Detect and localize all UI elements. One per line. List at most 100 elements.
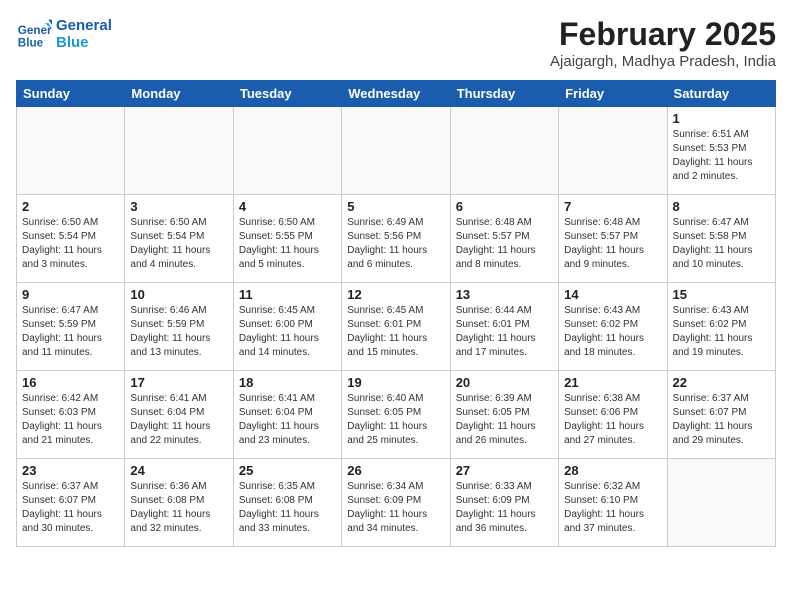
day-number: 18 xyxy=(239,375,336,390)
day-number: 3 xyxy=(130,199,227,214)
day-number: 12 xyxy=(347,287,444,302)
day-info: Sunrise: 6:50 AM Sunset: 5:54 PM Dayligh… xyxy=(22,216,119,272)
day-info: Sunrise: 6:43 AM Sunset: 6:02 PM Dayligh… xyxy=(673,304,770,360)
day-info: Sunrise: 6:48 AM Sunset: 5:57 PM Dayligh… xyxy=(456,216,553,272)
day-number: 28 xyxy=(564,463,661,478)
day-info: Sunrise: 6:39 AM Sunset: 6:05 PM Dayligh… xyxy=(456,392,553,448)
day-number: 19 xyxy=(347,375,444,390)
day-info: Sunrise: 6:33 AM Sunset: 6:09 PM Dayligh… xyxy=(456,480,553,536)
day-info: Sunrise: 6:43 AM Sunset: 6:02 PM Dayligh… xyxy=(564,304,661,360)
calendar-cell xyxy=(17,107,125,195)
day-info: Sunrise: 6:35 AM Sunset: 6:08 PM Dayligh… xyxy=(239,480,336,536)
calendar-cell: 8 Sunrise: 6:47 AM Sunset: 5:58 PM Daylig… xyxy=(667,195,775,283)
calendar-cell: 13 Sunrise: 6:44 AM Sunset: 6:01 PM Dayli… xyxy=(450,283,558,371)
calendar-cell: 5Sunrise: 6:49 AM Sunset: 5:56 PM Daylig… xyxy=(342,195,450,283)
day-number: 14 xyxy=(564,287,661,302)
day-info: Sunrise: 6:41 AM Sunset: 6:04 PM Dayligh… xyxy=(130,392,227,448)
day-number: 10 xyxy=(130,287,227,302)
weekday-header-sunday: Sunday xyxy=(17,81,125,107)
day-info: Sunrise: 6:38 AM Sunset: 6:06 PM Dayligh… xyxy=(564,392,661,448)
location-subtitle: Ajaigargh, Madhya Pradesh, India xyxy=(550,53,776,70)
calendar-cell: 15 Sunrise: 6:43 AM Sunset: 6:02 PM Dayli… xyxy=(667,283,775,371)
calendar-cell: 21 Sunrise: 6:38 AM Sunset: 6:06 PM Dayli… xyxy=(559,371,667,459)
calendar-cell: 28 Sunrise: 6:32 AM Sunset: 6:10 PM Dayli… xyxy=(559,459,667,547)
day-info: Sunrise: 6:45 AM Sunset: 6:00 PM Dayligh… xyxy=(239,304,336,360)
calendar-cell: 26 Sunrise: 6:34 AM Sunset: 6:09 PM Dayli… xyxy=(342,459,450,547)
calendar-cell: 19 Sunrise: 6:40 AM Sunset: 6:05 PM Dayli… xyxy=(342,371,450,459)
day-number: 1 xyxy=(673,111,770,126)
calendar-cell: 22Sunrise: 6:37 AM Sunset: 6:07 PM Dayli… xyxy=(667,371,775,459)
logo-general: General xyxy=(56,17,112,34)
day-number: 17 xyxy=(130,375,227,390)
title-block: February 2025 Ajaigargh, Madhya Pradesh,… xyxy=(550,16,776,70)
day-number: 2 xyxy=(22,199,119,214)
calendar-cell xyxy=(125,107,233,195)
day-info: Sunrise: 6:45 AM Sunset: 6:01 PM Dayligh… xyxy=(347,304,444,360)
calendar-cell xyxy=(450,107,558,195)
calendar-cell: 11 Sunrise: 6:45 AM Sunset: 6:00 PM Dayli… xyxy=(233,283,341,371)
logo-icon: General Blue xyxy=(16,16,52,52)
svg-text:Blue: Blue xyxy=(18,37,44,50)
calendar-cell: 4Sunrise: 6:50 AM Sunset: 5:55 PM Daylig… xyxy=(233,195,341,283)
calendar-cell: 10Sunrise: 6:46 AM Sunset: 5:59 PM Dayli… xyxy=(125,283,233,371)
weekday-header-tuesday: Tuesday xyxy=(233,81,341,107)
weekday-header-thursday: Thursday xyxy=(450,81,558,107)
weekday-header-row: SundayMondayTuesdayWednesdayThursdayFrid… xyxy=(17,81,776,107)
day-info: Sunrise: 6:40 AM Sunset: 6:05 PM Dayligh… xyxy=(347,392,444,448)
day-number: 15 xyxy=(673,287,770,302)
day-info: Sunrise: 6:47 AM Sunset: 5:59 PM Dayligh… xyxy=(22,304,119,360)
day-number: 13 xyxy=(456,287,553,302)
day-info: Sunrise: 6:50 AM Sunset: 5:55 PM Dayligh… xyxy=(239,216,336,272)
calendar-cell: 16Sunrise: 6:42 AM Sunset: 6:03 PM Dayli… xyxy=(17,371,125,459)
week-row-2: 9 Sunrise: 6:47 AM Sunset: 5:59 PM Daylig… xyxy=(17,283,776,371)
day-info: Sunrise: 6:48 AM Sunset: 5:57 PM Dayligh… xyxy=(564,216,661,272)
day-info: Sunrise: 6:41 AM Sunset: 6:04 PM Dayligh… xyxy=(239,392,336,448)
calendar-cell: 7Sunrise: 6:48 AM Sunset: 5:57 PM Daylig… xyxy=(559,195,667,283)
day-info: Sunrise: 6:37 AM Sunset: 6:07 PM Dayligh… xyxy=(22,480,119,536)
day-number: 11 xyxy=(239,287,336,302)
day-number: 16 xyxy=(22,375,119,390)
day-info: Sunrise: 6:37 AM Sunset: 6:07 PM Dayligh… xyxy=(673,392,770,448)
day-info: Sunrise: 6:51 AM Sunset: 5:53 PM Dayligh… xyxy=(673,128,770,184)
calendar-cell: 3Sunrise: 6:50 AM Sunset: 5:54 PM Daylig… xyxy=(125,195,233,283)
weekday-header-wednesday: Wednesday xyxy=(342,81,450,107)
calendar-cell xyxy=(559,107,667,195)
calendar-cell: 1 Sunrise: 6:51 AM Sunset: 5:53 PM Daylig… xyxy=(667,107,775,195)
month-title: February 2025 xyxy=(550,16,776,53)
calendar-cell: 20 Sunrise: 6:39 AM Sunset: 6:05 PM Dayli… xyxy=(450,371,558,459)
day-number: 8 xyxy=(673,199,770,214)
calendar-cell: 27Sunrise: 6:33 AM Sunset: 6:09 PM Dayli… xyxy=(450,459,558,547)
day-number: 9 xyxy=(22,287,119,302)
weekday-header-monday: Monday xyxy=(125,81,233,107)
day-info: Sunrise: 6:47 AM Sunset: 5:58 PM Dayligh… xyxy=(673,216,770,272)
calendar-cell: 24Sunrise: 6:36 AM Sunset: 6:08 PM Dayli… xyxy=(125,459,233,547)
calendar-cell xyxy=(233,107,341,195)
calendar-cell: 2 Sunrise: 6:50 AM Sunset: 5:54 PM Daylig… xyxy=(17,195,125,283)
calendar-cell: 18 Sunrise: 6:41 AM Sunset: 6:04 PM Dayli… xyxy=(233,371,341,459)
calendar-cell: 23Sunrise: 6:37 AM Sunset: 6:07 PM Dayli… xyxy=(17,459,125,547)
day-number: 6 xyxy=(456,199,553,214)
calendar-cell: 12 Sunrise: 6:45 AM Sunset: 6:01 PM Dayli… xyxy=(342,283,450,371)
day-info: Sunrise: 6:44 AM Sunset: 6:01 PM Dayligh… xyxy=(456,304,553,360)
week-row-0: 1 Sunrise: 6:51 AM Sunset: 5:53 PM Daylig… xyxy=(17,107,776,195)
svg-text:General: General xyxy=(18,24,52,37)
logo: General Blue General Blue xyxy=(16,16,112,52)
calendar-cell xyxy=(667,459,775,547)
day-number: 24 xyxy=(130,463,227,478)
day-number: 26 xyxy=(347,463,444,478)
calendar-cell: 25Sunrise: 6:35 AM Sunset: 6:08 PM Dayli… xyxy=(233,459,341,547)
calendar-cell: 17 Sunrise: 6:41 AM Sunset: 6:04 PM Dayli… xyxy=(125,371,233,459)
week-row-4: 23Sunrise: 6:37 AM Sunset: 6:07 PM Dayli… xyxy=(17,459,776,547)
logo-blue: Blue xyxy=(56,34,112,51)
week-row-1: 2 Sunrise: 6:50 AM Sunset: 5:54 PM Daylig… xyxy=(17,195,776,283)
day-info: Sunrise: 6:34 AM Sunset: 6:09 PM Dayligh… xyxy=(347,480,444,536)
day-info: Sunrise: 6:32 AM Sunset: 6:10 PM Dayligh… xyxy=(564,480,661,536)
day-info: Sunrise: 6:49 AM Sunset: 5:56 PM Dayligh… xyxy=(347,216,444,272)
weekday-header-friday: Friday xyxy=(559,81,667,107)
calendar-cell xyxy=(342,107,450,195)
day-number: 20 xyxy=(456,375,553,390)
calendar-cell: 6 Sunrise: 6:48 AM Sunset: 5:57 PM Daylig… xyxy=(450,195,558,283)
page-header: General Blue General Blue February 2025 … xyxy=(16,16,776,70)
day-number: 21 xyxy=(564,375,661,390)
calendar-cell: 9 Sunrise: 6:47 AM Sunset: 5:59 PM Daylig… xyxy=(17,283,125,371)
